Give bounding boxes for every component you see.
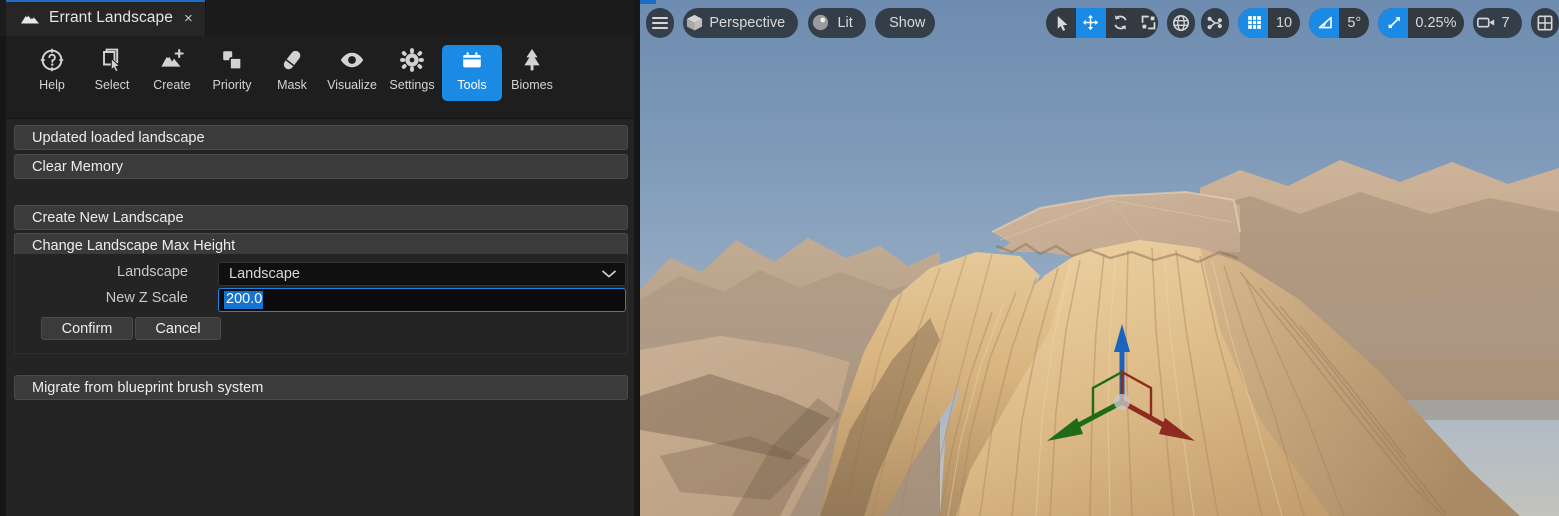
chevron-down-icon bbox=[602, 265, 616, 283]
mode-label-settings: Settings bbox=[389, 78, 435, 92]
camera-icon bbox=[1473, 15, 1500, 30]
confirm-button[interactable]: Confirm bbox=[41, 317, 133, 340]
viewport-menu-button[interactable] bbox=[646, 7, 675, 38]
landscape-select[interactable]: Landscape bbox=[218, 262, 626, 286]
close-icon[interactable]: × bbox=[184, 11, 193, 26]
cursor-select-icon bbox=[99, 45, 125, 75]
coordinate-space-button[interactable] bbox=[1167, 7, 1196, 38]
scale-snap-control: 0.25% bbox=[1378, 7, 1464, 38]
grid-snap-value[interactable]: 10 bbox=[1268, 7, 1300, 38]
eye-icon bbox=[339, 45, 365, 75]
mode-label-create: Create bbox=[153, 78, 191, 92]
rotate-tool-button[interactable] bbox=[1105, 7, 1136, 38]
tab-errant-landscape[interactable]: Errant Landscape × bbox=[6, 0, 206, 36]
scale-snap-value[interactable]: 0.25% bbox=[1408, 7, 1464, 38]
clear-memory-button[interactable]: Clear Memory bbox=[14, 154, 628, 179]
status-button-updated-loaded-landscape[interactable]: Updated loaded landscape bbox=[14, 125, 628, 150]
camera-speed-control[interactable]: 7 bbox=[1472, 7, 1522, 38]
mode-button-help[interactable]: Help bbox=[22, 45, 82, 101]
mode-label-priority: Priority bbox=[212, 78, 252, 92]
landscape-field-label: Landscape bbox=[117, 264, 188, 280]
scale-tool-button[interactable] bbox=[1135, 7, 1158, 38]
eraser-icon bbox=[279, 45, 305, 75]
mode-label-mask: Mask bbox=[277, 78, 307, 92]
mode-button-tools[interactable]: Tools bbox=[442, 45, 502, 101]
mode-label-help: Help bbox=[39, 78, 65, 92]
select-tool-button[interactable] bbox=[1045, 7, 1076, 38]
mode-button-create[interactable]: Create bbox=[142, 45, 202, 101]
angle-icon bbox=[1319, 16, 1333, 29]
diagonal-arrow-icon bbox=[1388, 16, 1401, 29]
rotate-icon bbox=[1114, 15, 1127, 30]
camera-mode-label: Perspective bbox=[709, 14, 786, 31]
tree-icon bbox=[519, 45, 545, 75]
show-menu-label: Show bbox=[889, 14, 926, 31]
mode-button-priority[interactable]: Priority bbox=[202, 45, 262, 101]
hamburger-menu-icon bbox=[651, 16, 669, 29]
create-new-landscape-button[interactable]: Create New Landscape bbox=[14, 205, 628, 230]
tab-active-accent bbox=[6, 0, 205, 2]
mode-label-visualize: Visualize bbox=[327, 78, 377, 92]
transform-tool-group bbox=[1045, 7, 1158, 38]
mountain-icon bbox=[20, 11, 40, 25]
angle-snap-value[interactable]: 5° bbox=[1339, 7, 1369, 38]
mode-label-tools: Tools bbox=[457, 78, 487, 92]
view-mode-label: Lit bbox=[837, 14, 853, 31]
viewport-toolbar: Perspective Lit Show 10 5° 0.25% 7 bbox=[640, 0, 1559, 45]
mode-button-mask[interactable]: Mask bbox=[262, 45, 322, 101]
surface-snap-icon bbox=[1207, 16, 1222, 29]
surface-snap-button[interactable] bbox=[1200, 7, 1229, 38]
question-mark-circle-icon bbox=[39, 45, 65, 75]
toolbox-icon bbox=[459, 45, 485, 75]
landscape-select-value: Landscape bbox=[229, 266, 300, 282]
new-z-scale-input[interactable]: 200.0 bbox=[218, 288, 626, 312]
tab-title: Errant Landscape bbox=[49, 9, 173, 26]
scale-icon bbox=[1141, 15, 1156, 30]
viewport-accent-marker bbox=[640, 0, 656, 4]
mode-toolbar: Help Select Create Priority Mask Visuali… bbox=[6, 36, 634, 119]
grid-snap-control: 10 bbox=[1238, 7, 1300, 38]
show-menu-dropdown[interactable]: Show bbox=[875, 7, 936, 38]
gear-icon bbox=[399, 45, 425, 75]
viewport-layout-icon bbox=[1537, 15, 1553, 30]
level-viewport[interactable]: Perspective Lit Show 10 5° 0.25% 7 bbox=[640, 0, 1559, 516]
cancel-button[interactable]: Cancel bbox=[135, 317, 221, 340]
move-icon bbox=[1082, 14, 1099, 31]
angle-snap-control: 5° bbox=[1309, 7, 1369, 38]
tab-strip: Errant Landscape × bbox=[0, 0, 640, 36]
grid-snap-toggle[interactable] bbox=[1238, 7, 1269, 38]
migrate-from-blueprint-brush-system-button[interactable]: Migrate from blueprint brush system bbox=[14, 375, 628, 400]
camera-mode-dropdown[interactable]: Perspective bbox=[683, 7, 799, 38]
errant-landscape-panel: Errant Landscape × Help Select Create Pr… bbox=[0, 0, 640, 516]
cube-icon bbox=[683, 13, 705, 32]
scale-snap-toggle[interactable] bbox=[1378, 7, 1409, 38]
viewport-layout-button[interactable] bbox=[1530, 7, 1559, 38]
stacked-squares-icon bbox=[219, 45, 245, 75]
lit-sphere-icon bbox=[808, 13, 834, 32]
mode-button-visualize[interactable]: Visualize bbox=[322, 45, 382, 101]
mode-button-biomes[interactable]: Biomes bbox=[502, 45, 562, 101]
mountain-plus-icon bbox=[159, 45, 185, 75]
mode-button-settings[interactable]: Settings bbox=[382, 45, 442, 101]
view-mode-dropdown[interactable]: Lit bbox=[807, 7, 866, 38]
mode-label-select: Select bbox=[94, 78, 130, 92]
select-arrow-icon bbox=[1057, 15, 1067, 31]
app-root: Errant Landscape × Help Select Create Pr… bbox=[0, 0, 1559, 516]
translate-gizmo[interactable] bbox=[1035, 310, 1215, 455]
new-z-scale-field-label: New Z Scale bbox=[105, 290, 188, 306]
mode-label-biomes: Biomes bbox=[511, 78, 553, 92]
angle-snap-toggle[interactable] bbox=[1309, 7, 1340, 38]
mode-button-select[interactable]: Select bbox=[82, 45, 142, 101]
new-z-scale-value: 200.0 bbox=[224, 291, 264, 309]
grid-icon bbox=[1248, 16, 1261, 29]
move-tool-button[interactable] bbox=[1075, 7, 1106, 38]
globe-icon bbox=[1173, 14, 1190, 31]
camera-speed-value: 7 bbox=[1501, 14, 1510, 31]
